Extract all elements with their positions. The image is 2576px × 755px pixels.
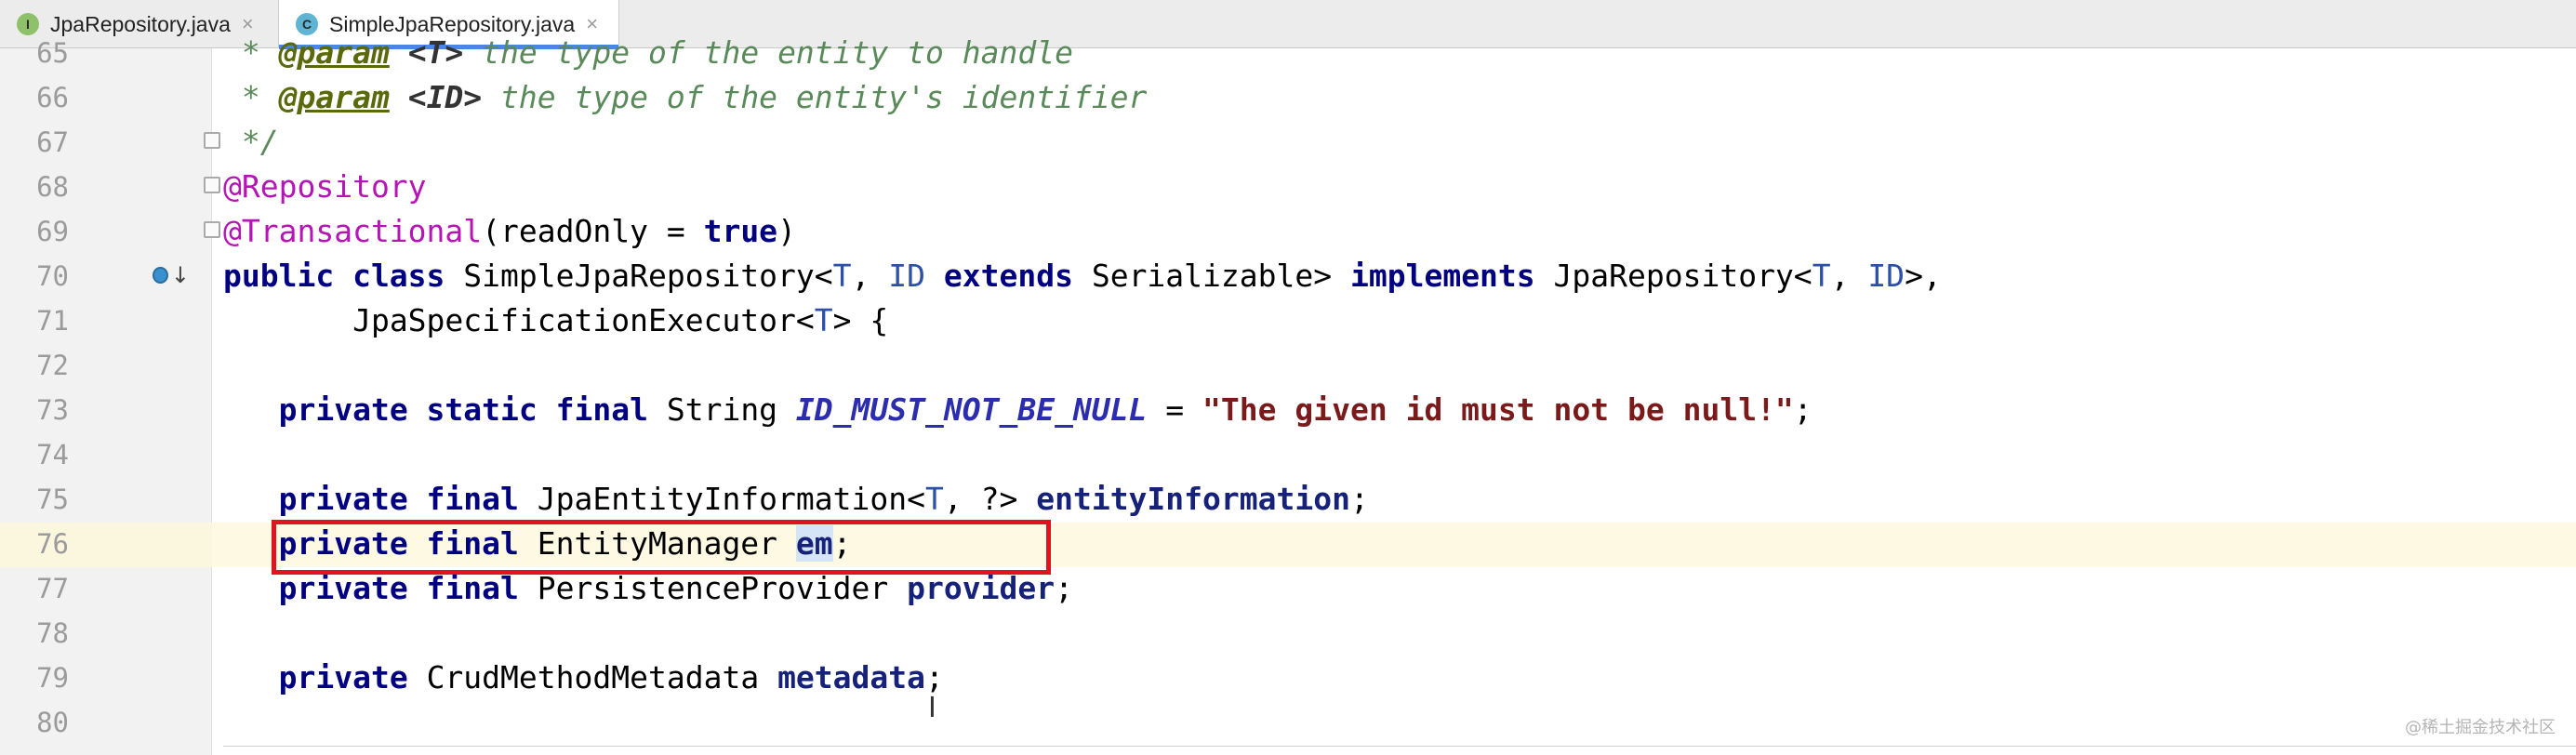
code-line-71: JpaSpecificationExecutor<T> { [352,302,889,338]
code-line-75: private final JpaEntityInformation<T, ?>… [278,481,1369,517]
method-separator [223,746,2576,747]
text-cursor-icon: I [928,692,936,724]
code-line-70: public class SimpleJpaRepository<T, ID e… [223,258,1942,294]
code-line-73: private static final String ID_MUST_NOT_… [278,391,1812,428]
code-line-66: * @param <ID> the type of the entity's i… [223,79,1148,115]
code-editor[interactable]: * @param <T> the type of the entity to h… [0,0,2576,755]
code-line-68: @Repository [223,168,427,205]
watermark: @稀土掘金技术社区 [2405,718,2556,737]
highlight-box [272,520,1051,575]
code-line-67: */ [223,124,279,160]
code-line-69: @Transactional(readOnly = true) [223,213,796,249]
code-line-79: private CrudMethodMetadata metadata; [278,659,944,695]
code-line-65: * @param <T> the type of the entity to h… [223,34,1073,71]
